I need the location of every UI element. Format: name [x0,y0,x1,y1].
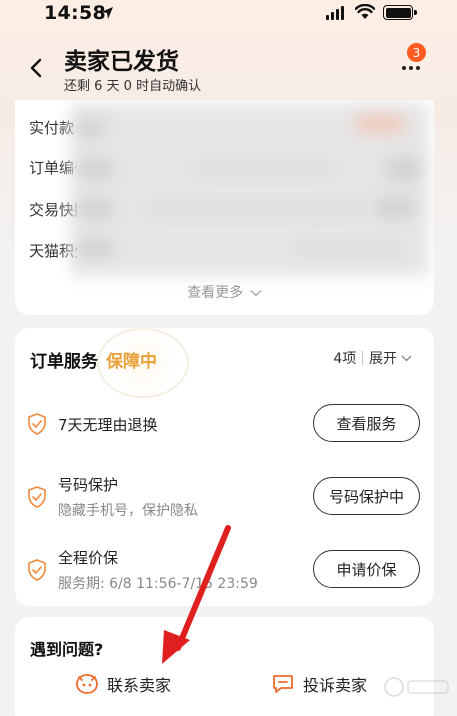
blur-mark [295,242,405,256]
order-info-card: 实付款 订单编号 交易快照 天猫积分 查看更多 [15,100,434,315]
service-name-return: 7天无理由退换 [58,416,158,434]
service-name-price-protect: 全程价保 [58,549,119,567]
complain-seller-button[interactable]: 投诉卖家 [271,672,367,696]
watermark-logo [384,677,449,697]
contact-seller-button[interactable]: 联系卖家 [75,672,171,696]
complaint-message-icon [273,675,293,693]
problems-title: 遇到问题? [30,640,104,659]
apply-price-protection-button[interactable]: 申请价保 [313,550,420,588]
status-bar: 14:58 [0,0,457,30]
view-service-button[interactable]: 查看服务 [313,404,420,442]
chevron-left-icon [30,58,42,78]
number-protection-button[interactable]: 号码保护中 [313,477,420,515]
order-services-card: 订单服务 保障中 4项 | 展开 7天无理由退换 查看服务 号码保护 隐藏手机号… [15,328,434,606]
cellular-signal-icon [326,6,344,20]
blur-mark [385,158,421,180]
complain-seller-label: 投诉卖家 [303,676,368,695]
chat-face-icon [76,674,98,694]
chevron-down-icon [401,355,412,361]
wifi-icon [355,4,375,19]
blur-mark [355,116,405,132]
service-sub-price-protect: 服务期: 6/8 11:56-7/15 23:59 [58,576,258,592]
location-arrow-icon [101,7,113,19]
services-expand-toggle[interactable]: 4项 | 展开 [333,348,412,368]
blur-mark [75,160,115,178]
shield-check-icon [28,559,46,581]
services-status: 保障中 [106,352,157,372]
apply-price-protection-label: 申请价保 [336,560,397,579]
notification-badge: 3 [407,43,426,62]
blur-mark [195,162,335,176]
view-service-label: 查看服务 [336,414,397,433]
status-time: 14:58 [44,2,106,24]
see-more-label: 查看更多 [187,285,244,301]
see-more-link[interactable]: 查看更多 [15,282,434,302]
services-title: 订单服务 [30,352,98,372]
number-protection-label: 号码保护中 [328,487,404,506]
blur-mark [75,200,115,218]
shield-check-icon [28,486,46,508]
separator: | [360,350,365,366]
blur-mark [75,120,105,138]
services-count: 4项 [333,351,357,367]
blur-mark [75,240,115,258]
service-name-number-protect: 号码保护 [58,476,119,494]
shield-check-icon [28,413,46,435]
battery-icon [383,5,417,20]
problems-card: 遇到问题? 联系卖家 投诉卖家 [15,617,434,716]
expand-label: 展开 [369,351,397,367]
chevron-down-icon [250,290,262,297]
blur-mark [145,202,365,216]
page-title: 卖家已发货 [64,49,179,75]
contact-seller-label: 联系卖家 [107,676,172,695]
auto-confirm-countdown: 还剩 6 天 0 时自动确认 [64,79,202,94]
service-sub-number-protect: 隐藏手机号，保护隐私 [58,503,198,519]
back-button[interactable] [22,54,50,82]
blur-mark [375,198,415,218]
